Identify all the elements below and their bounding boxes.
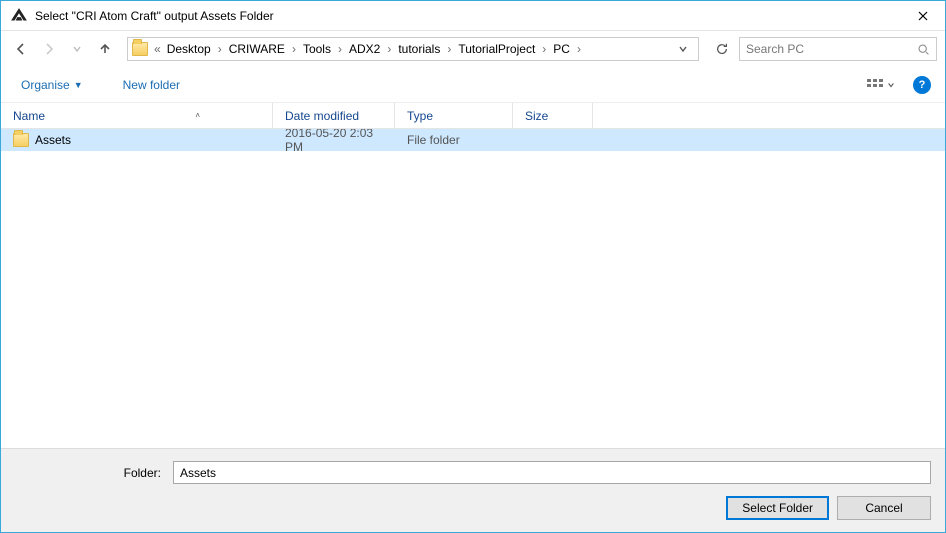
chevron-right-icon[interactable]: › [572, 42, 586, 56]
help-button[interactable]: ? [913, 76, 931, 94]
breadcrumb-bar[interactable]: « Desktop › CRIWARE › Tools › ADX2 › tut… [127, 37, 699, 61]
app-icon [9, 6, 29, 26]
file-row[interactable]: Assets 2016-05-20 2:03 PM File folder [1, 129, 945, 151]
breadcrumb-item[interactable]: Desktop [165, 42, 213, 56]
sort-indicator-icon: ˄ [195, 111, 200, 120]
folder-icon [130, 39, 150, 59]
organise-menu[interactable]: Organise ▼ [15, 74, 89, 96]
cancel-button[interactable]: Cancel [837, 496, 931, 520]
up-button[interactable] [93, 37, 117, 61]
new-folder-label: New folder [123, 78, 180, 92]
breadcrumb-item[interactable]: CRIWARE [227, 42, 287, 56]
folder-field-label: Folder: [15, 466, 165, 480]
chevron-right-icon[interactable]: › [382, 42, 396, 56]
close-button[interactable] [900, 1, 945, 30]
breadcrumb-item[interactable]: tutorials [396, 42, 442, 56]
title-bar: Select "CRI Atom Craft" output Assets Fo… [1, 1, 945, 31]
file-type: File folder [395, 129, 513, 151]
file-size [513, 129, 593, 151]
new-folder-button[interactable]: New folder [117, 74, 186, 96]
back-button[interactable] [9, 37, 33, 61]
search-input[interactable]: Search PC [739, 37, 937, 61]
breadcrumb-overflow[interactable]: « [152, 42, 165, 56]
nav-bar: « Desktop › CRIWARE › Tools › ADX2 › tut… [1, 31, 945, 67]
column-header-type[interactable]: Type [395, 103, 513, 128]
chevron-right-icon[interactable]: › [287, 42, 301, 56]
chevron-right-icon[interactable]: › [537, 42, 551, 56]
column-header-size[interactable]: Size [513, 103, 593, 128]
window-title: Select "CRI Atom Craft" output Assets Fo… [35, 9, 900, 23]
breadcrumb-item[interactable]: Tools [301, 42, 333, 56]
column-headers: Name ˄ Date modified Type Size [1, 103, 945, 129]
forward-button[interactable] [37, 37, 61, 61]
breadcrumb-item[interactable]: PC [551, 42, 572, 56]
chevron-right-icon[interactable]: › [333, 42, 347, 56]
search-icon [917, 43, 930, 56]
file-name: Assets [35, 133, 71, 147]
footer-panel: Folder: Select Folder Cancel [1, 448, 945, 532]
search-placeholder: Search PC [746, 42, 917, 56]
folder-icon [13, 133, 29, 147]
column-header-name[interactable]: Name ˄ [1, 103, 273, 128]
view-options-button[interactable] [863, 76, 899, 94]
breadcrumb-item[interactable]: TutorialProject [456, 42, 537, 56]
refresh-button[interactable] [709, 37, 735, 61]
chevron-down-icon [887, 81, 895, 89]
breadcrumb: « Desktop › CRIWARE › Tools › ADX2 › tut… [152, 38, 586, 60]
recent-dropdown[interactable] [65, 37, 89, 61]
file-date: 2016-05-20 2:03 PM [273, 129, 395, 151]
folder-name-input[interactable] [173, 461, 931, 484]
select-folder-button[interactable]: Select Folder [726, 496, 829, 520]
dialog-window: Select "CRI Atom Craft" output Assets Fo… [0, 0, 946, 533]
file-list: Name ˄ Date modified Type Size Assets 20… [1, 103, 945, 448]
chevron-right-icon[interactable]: › [442, 42, 456, 56]
column-header-date[interactable]: Date modified [273, 103, 395, 128]
chevron-down-icon: ▼ [74, 80, 83, 90]
command-bar: Organise ▼ New folder ? [1, 67, 945, 103]
breadcrumb-item[interactable]: ADX2 [347, 42, 382, 56]
chevron-right-icon[interactable]: › [213, 42, 227, 56]
breadcrumb-history-dropdown[interactable] [678, 44, 698, 54]
organise-label: Organise [21, 78, 70, 92]
